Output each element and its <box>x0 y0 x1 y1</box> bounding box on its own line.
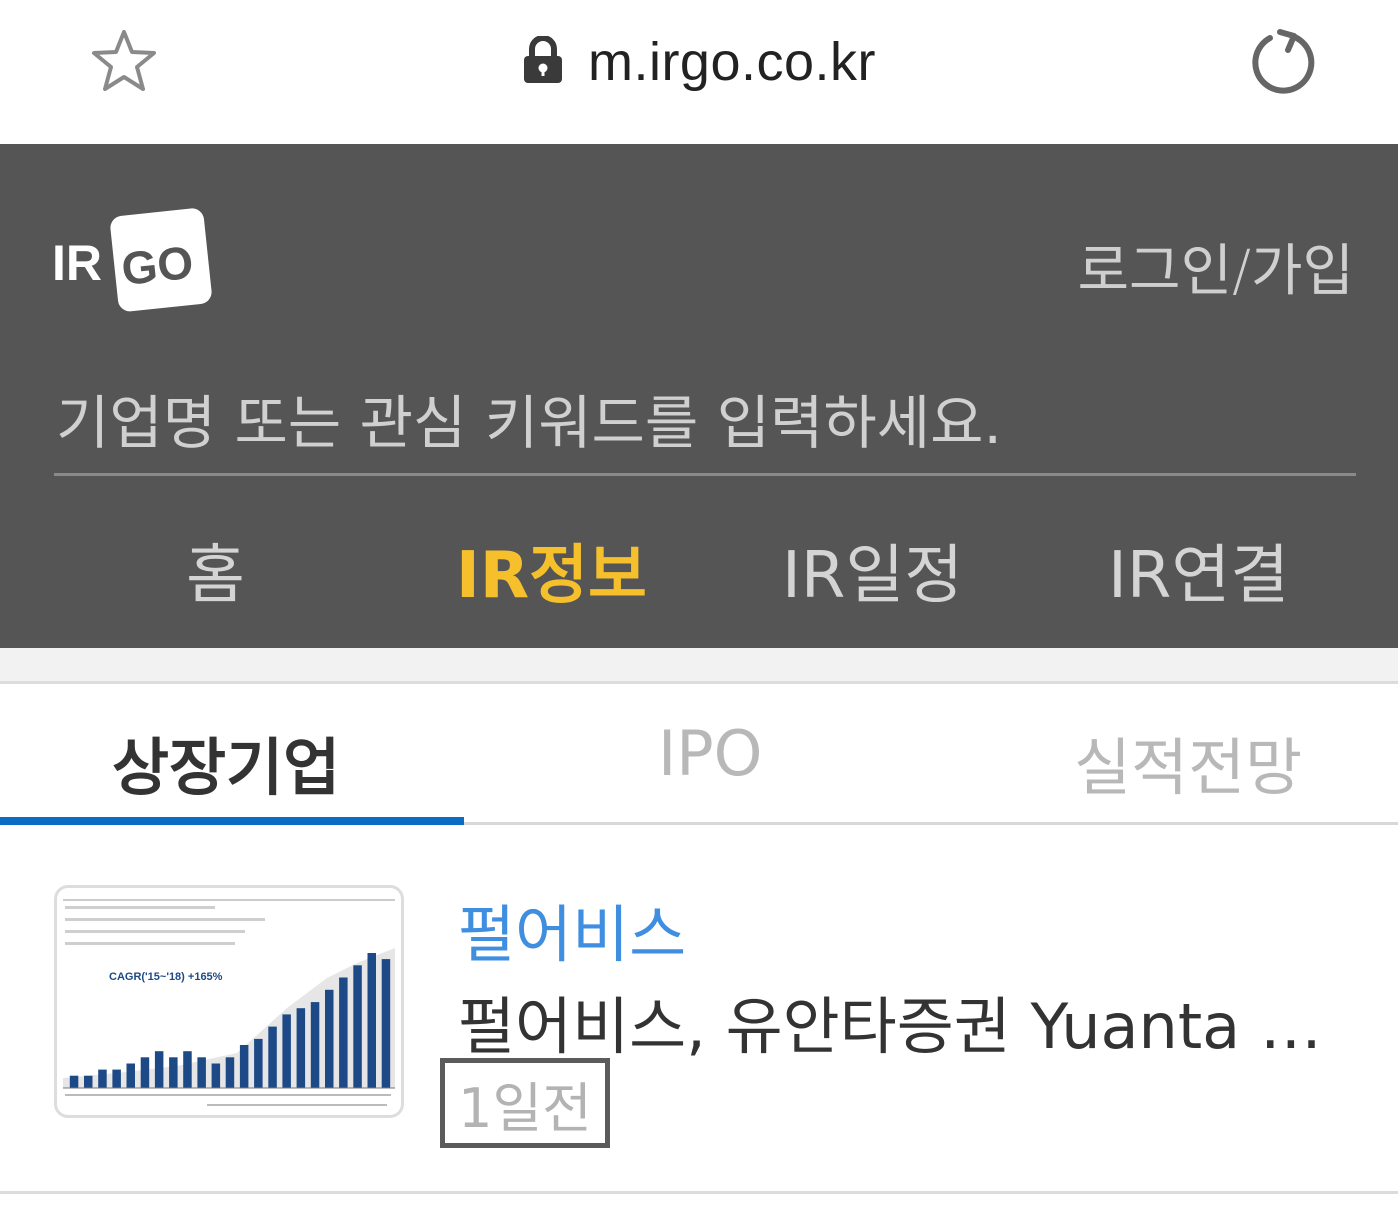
svg-text:GO: GO <box>119 236 196 295</box>
thumbnail-bar <box>197 1057 206 1088</box>
thumbnail-bar <box>98 1069 107 1088</box>
tab-ipo[interactable]: IPO <box>658 717 762 790</box>
nav-home[interactable]: 홈 <box>186 524 245 616</box>
thumbnail-bar <box>239 1045 249 1088</box>
main-nav: 홈 IR정보 IR일정 IR연결 <box>0 524 1398 634</box>
thumbnail-bar <box>367 953 376 1088</box>
login-link[interactable]: 로그인/가입 <box>1078 226 1354 307</box>
thumbnail-bar <box>310 1002 320 1088</box>
thumbnail-cagr-text: CAGR('15~'18) +165% <box>109 971 223 983</box>
thumbnail-bar <box>211 1063 221 1088</box>
time-badge: 1일전 <box>440 1058 610 1148</box>
thumbnail-bar <box>254 1038 263 1088</box>
nav-ir-schedule[interactable]: IR일정 <box>782 524 963 616</box>
browser-address-bar: m.irgo.co.kr <box>0 0 1398 144</box>
thumbnail-bar <box>69 1075 79 1088</box>
thumbnail-bar <box>353 965 362 1088</box>
site-header: IR GO 로그인/가입 홈 IR정보 IR일정 IR연결 <box>0 144 1398 648</box>
thumbnail-bar <box>126 1063 135 1088</box>
url-text: m.irgo.co.kr <box>587 32 877 92</box>
thumbnail-bar <box>325 989 334 1088</box>
thumbnail-bar <box>268 1026 277 1088</box>
thumbnail-bar <box>381 959 391 1088</box>
url-field[interactable]: m.irgo.co.kr <box>0 0 1398 124</box>
thumbnail-bar <box>154 1051 164 1088</box>
nav-ir-info[interactable]: IR정보 <box>456 524 647 616</box>
ir-thumbnail[interactable]: CAGR('15~'18) +165% <box>54 885 404 1118</box>
nav-ir-connect[interactable]: IR연결 <box>1108 524 1289 616</box>
irgo-logo[interactable]: IR GO <box>52 202 222 320</box>
lock-icon <box>523 36 562 83</box>
time-text: 1일전 <box>458 1076 592 1140</box>
tab-listed-companies[interactable]: 상장기업 <box>112 717 340 807</box>
thumbnail-chart-image: CAGR('15~'18) +165% <box>63 899 395 1106</box>
section-divider <box>0 648 1398 684</box>
reload-icon[interactable] <box>1248 26 1320 98</box>
thumbnail-bar <box>225 1057 235 1088</box>
svg-text:IR: IR <box>52 235 102 291</box>
thumbnail-bar <box>140 1057 150 1088</box>
list-item[interactable]: CAGR('15~'18) +165% 펄어비스 펄어비스, 유안타증권 Yua… <box>0 828 1398 1194</box>
tab-earnings-forecast[interactable]: 실적전망 <box>1074 717 1302 807</box>
thumbnail-bar <box>183 1051 192 1088</box>
active-tab-indicator <box>0 817 464 825</box>
thumbnail-bar <box>169 1057 178 1088</box>
thumbnail-bar <box>84 1075 93 1088</box>
thumbnail-bar <box>112 1069 121 1088</box>
sub-tabs: 상장기업 IPO 실적전망 <box>0 687 1398 825</box>
thumbnail-bar <box>296 1008 306 1088</box>
thumbnail-bar <box>339 977 348 1088</box>
thumbnail-bar <box>282 1014 291 1088</box>
company-name-link[interactable]: 펄어비스 <box>458 884 686 974</box>
ir-headline[interactable]: 펄어비스, 유안타증권 Yuanta Korea 기업설명회 <box>458 976 1358 1066</box>
search-input[interactable] <box>54 372 1356 476</box>
